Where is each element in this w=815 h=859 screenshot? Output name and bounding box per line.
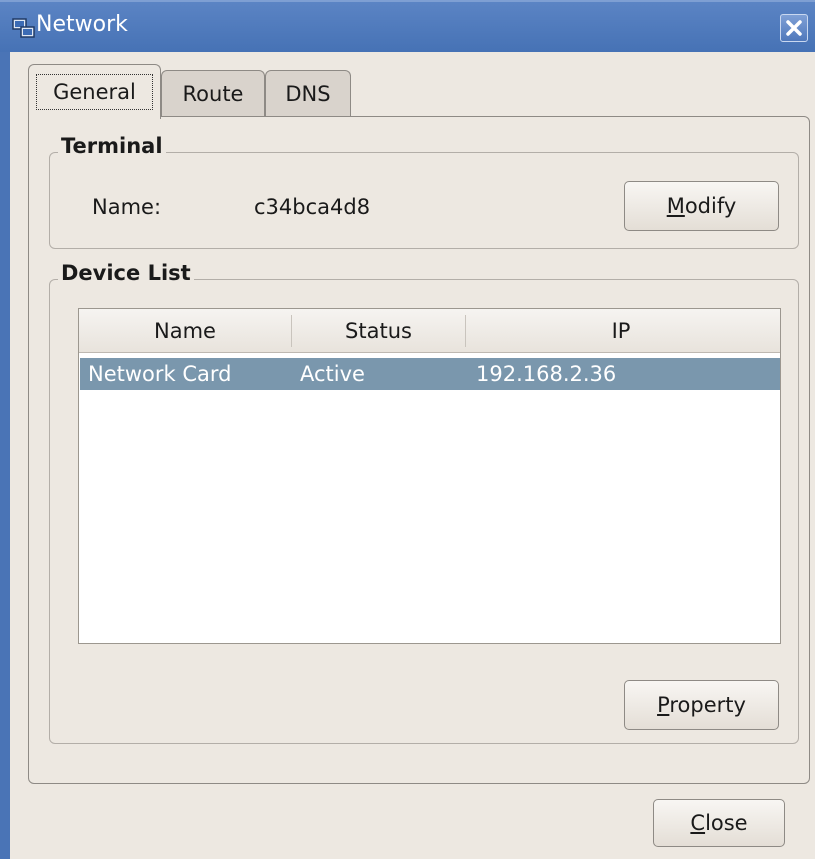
tab-label: Route <box>182 82 244 106</box>
device-list-frame: Device List Name Status IP Network Card … <box>49 261 799 744</box>
window-border <box>0 52 10 859</box>
close-mnemonic: C <box>690 811 706 835</box>
device-list-frame-label: Device List <box>58 261 194 285</box>
cell-ip: 192.168.2.36 <box>476 362 617 386</box>
cell-name: Network Card <box>88 362 232 386</box>
tab-panel-general: Terminal Name: c34bca4d8 Modify Device L… <box>28 116 810 784</box>
tab-label: DNS <box>285 82 331 106</box>
table-header: Name Status IP <box>79 309 780 353</box>
property-button[interactable]: Property <box>624 680 779 730</box>
close-button[interactable]: Close <box>653 799 785 847</box>
column-header-status[interactable]: Status <box>292 309 465 353</box>
close-window-button[interactable] <box>780 14 808 42</box>
modify-mnemonic: M <box>666 194 685 218</box>
network-icon <box>12 16 36 40</box>
network-window: Network General Route DNS Terminal Name:… <box>0 0 815 859</box>
modify-button[interactable]: Modify <box>624 181 779 231</box>
close-label: lose <box>705 811 748 835</box>
tab-label: General <box>36 74 153 110</box>
tab-dns[interactable]: DNS <box>265 70 351 118</box>
device-list-table[interactable]: Name Status IP Network Card Active 192.1… <box>78 308 781 644</box>
terminal-frame-label: Terminal <box>58 134 166 158</box>
property-mnemonic: P <box>657 693 670 717</box>
table-row[interactable]: Network Card Active 192.168.2.36 <box>80 358 780 390</box>
column-header-name[interactable]: Name <box>79 309 291 353</box>
terminal-name-value: c34bca4d8 <box>254 195 371 219</box>
window-title: Network <box>36 12 128 37</box>
tab-route[interactable]: Route <box>161 70 265 118</box>
tab-general[interactable]: General <box>28 64 161 119</box>
terminal-name-label: Name: <box>92 195 162 219</box>
column-header-ip[interactable]: IP <box>466 309 776 353</box>
property-label: roperty <box>669 693 746 717</box>
modify-label: odify <box>684 194 737 218</box>
cell-status: Active <box>300 362 365 386</box>
title-bar[interactable]: Network <box>0 0 815 52</box>
terminal-frame: Terminal Name: c34bca4d8 Modify <box>49 134 799 249</box>
